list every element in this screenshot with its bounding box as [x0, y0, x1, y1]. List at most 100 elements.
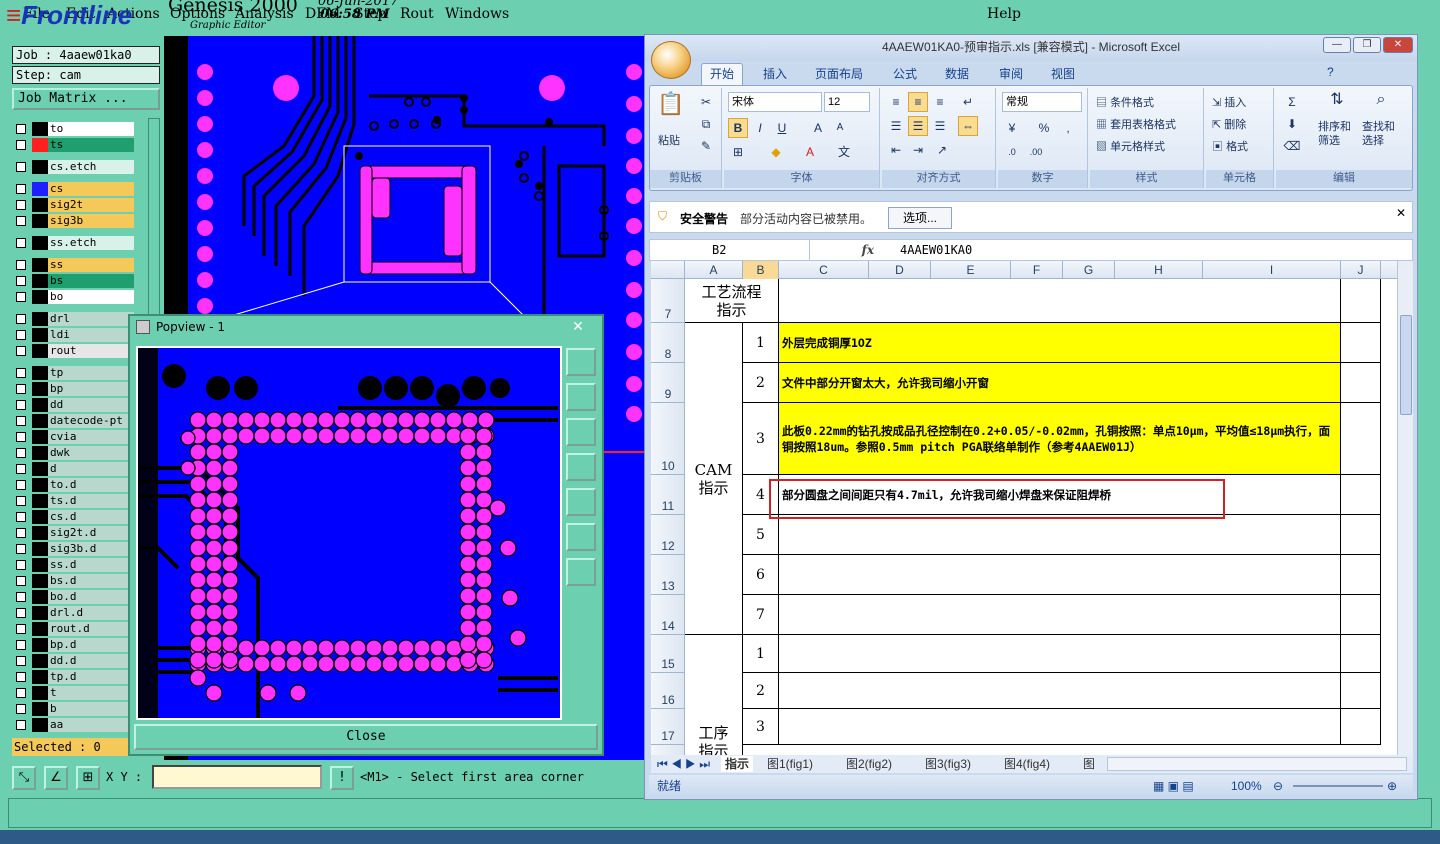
layer-row[interactable]: sig2t [12, 198, 136, 212]
name-box[interactable]: B2 [650, 240, 810, 260]
minimize-icon[interactable]: — [1323, 37, 1351, 53]
layer-color-swatch[interactable] [32, 366, 48, 380]
layer-checkbox[interactable] [16, 330, 26, 340]
conditional-format-button[interactable]: ▤ 条件格式 [1096, 94, 1154, 110]
instruction-cell[interactable] [779, 595, 1341, 635]
layer-color-swatch[interactable] [32, 344, 48, 358]
layer-name[interactable]: ts.d [48, 494, 134, 508]
layer-row[interactable]: sig3b.d [12, 542, 136, 556]
popview-close-button[interactable]: Close [134, 724, 598, 750]
instruction-cell[interactable] [779, 555, 1341, 595]
security-close-icon[interactable]: ✕ [1396, 206, 1406, 220]
layer-row[interactable]: aa [12, 718, 136, 732]
font-color-icon[interactable]: A [800, 142, 820, 162]
zoom-in-icon[interactable] [566, 523, 596, 551]
tab-insert[interactable]: 插入 [763, 65, 787, 82]
layer-name[interactable]: dd [48, 398, 134, 412]
layer-row[interactable]: bs.d [12, 574, 136, 588]
layer-color-swatch[interactable] [32, 574, 48, 588]
autosum-icon[interactable]: Σ [1282, 92, 1302, 112]
layer-color-swatch[interactable] [32, 122, 48, 136]
font-size-select[interactable]: 12 [824, 92, 870, 112]
layer-row[interactable]: dwk [12, 446, 136, 460]
cell[interactable] [779, 279, 1341, 323]
column-header[interactable]: F [1011, 261, 1063, 279]
merge-center-icon[interactable]: ⇔ [958, 116, 978, 136]
layer-name[interactable]: sig2t [48, 198, 134, 212]
layer-color-swatch[interactable] [32, 558, 48, 572]
scroll-thumb[interactable] [1400, 315, 1412, 415]
help-icon[interactable]: ? [1327, 65, 1334, 79]
tab-view[interactable]: 视图 [1051, 65, 1075, 82]
layer-row[interactable]: to.d [12, 478, 136, 492]
layer-checkbox[interactable] [16, 512, 26, 522]
layer-name[interactable]: ss.etch [48, 236, 134, 250]
layer-color-swatch[interactable] [32, 414, 48, 428]
cell[interactable] [1341, 555, 1381, 595]
layer-name[interactable]: aa [48, 718, 134, 732]
layer-row[interactable]: t [12, 686, 136, 700]
row-header[interactable]: 7 [651, 279, 685, 323]
layer-name[interactable]: to.d [48, 478, 134, 492]
formula-input[interactable]: 4AAEW01KA0 [900, 240, 972, 260]
cell[interactable] [1341, 515, 1381, 555]
layer-name[interactable]: rout.d [48, 622, 134, 636]
decrease-decimal-icon[interactable]: .00 [1026, 142, 1046, 162]
security-options-button[interactable]: 选项... [888, 207, 952, 229]
paste-icon[interactable]: 📋 [656, 93, 686, 126]
zoom-out-button[interactable]: ⊖ [1273, 775, 1283, 797]
layer-checkbox[interactable] [16, 608, 26, 618]
column-header[interactable]: I [1203, 261, 1341, 279]
zoom-level[interactable]: 100% [1231, 775, 1262, 797]
layer-checkbox[interactable] [16, 384, 26, 394]
align-bottom-icon[interactable]: ≡ [930, 92, 950, 112]
layer-row[interactable]: bp [12, 382, 136, 396]
layer-checkbox[interactable] [16, 528, 26, 538]
layer-row[interactable]: sig3b [12, 214, 136, 228]
layer-checkbox[interactable] [16, 560, 26, 570]
layer-checkbox[interactable] [16, 140, 26, 150]
layer-row[interactable]: tp.d [12, 670, 136, 684]
layer-checkbox[interactable] [16, 688, 26, 698]
pan-down-icon[interactable] [566, 418, 596, 446]
measure-icon[interactable]: ⤡ [12, 766, 36, 790]
layer-row[interactable]: ss.etch [12, 236, 136, 250]
layer-color-swatch[interactable] [32, 398, 48, 412]
category-cell[interactable]: 工艺流程 指示 [685, 279, 779, 323]
layer-row[interactable]: drl.d [12, 606, 136, 620]
layer-color-swatch[interactable] [32, 478, 48, 492]
borders-icon[interactable]: ⊞ [728, 142, 748, 162]
layer-name[interactable]: datecode-pt [48, 414, 134, 428]
layer-color-swatch[interactable] [32, 446, 48, 460]
job-matrix-button[interactable]: Job Matrix ... [12, 88, 160, 110]
category-cell[interactable]: 工序 指示 [685, 635, 743, 755]
column-header[interactable]: G [1063, 261, 1115, 279]
layer-color-swatch[interactable] [32, 702, 48, 716]
align-right-icon[interactable]: ☰ [930, 116, 950, 136]
menu-help[interactable]: Help [987, 6, 1021, 22]
row-header[interactable]: 14 [651, 595, 685, 635]
instruction-cell[interactable]: 外层完成铜厚1OZ [779, 323, 1341, 363]
layer-name[interactable]: ts [48, 138, 134, 152]
layer-checkbox[interactable] [16, 400, 26, 410]
layer-row[interactable]: bo [12, 290, 136, 304]
layer-checkbox[interactable] [16, 416, 26, 426]
layer-row[interactable]: d [12, 462, 136, 476]
layer-color-swatch[interactable] [32, 526, 48, 540]
snap-icon[interactable]: ∠ [44, 766, 68, 790]
layer-checkbox[interactable] [16, 704, 26, 714]
layer-row[interactable]: ss.d [12, 558, 136, 572]
view-mode-icons[interactable]: ▦ ▣ ▤ [1153, 775, 1194, 797]
layer-checkbox[interactable] [16, 672, 26, 682]
sheet-tab[interactable]: 图 [1083, 756, 1095, 772]
layer-checkbox[interactable] [16, 292, 26, 302]
item-number-cell[interactable]: 2 [743, 363, 779, 403]
layer-name[interactable]: sig3b.d [48, 542, 134, 556]
layer-color-swatch[interactable] [32, 160, 48, 174]
maximize-icon[interactable]: ❐ [1353, 37, 1381, 53]
layer-color-swatch[interactable] [32, 654, 48, 668]
format-cells-button[interactable]: ▣ 格式 [1212, 138, 1248, 154]
instruction-cell[interactable] [779, 515, 1341, 555]
layer-color-swatch[interactable] [32, 686, 48, 700]
row-header[interactable]: 9 [651, 363, 685, 403]
